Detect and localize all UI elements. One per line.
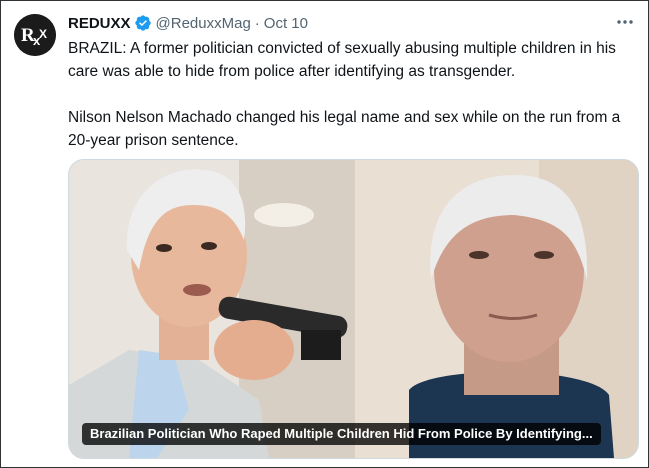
more-options-icon[interactable] — [615, 12, 635, 32]
avatar[interactable]: R x X — [14, 14, 56, 56]
svg-text:X: X — [39, 27, 47, 41]
tweet-header: REDUXX @ReduxxMag · Oct 10 — [68, 13, 308, 33]
author-name[interactable]: REDUXX — [68, 15, 131, 32]
tweet-paragraph: BRAZIL: A former politician convicted of… — [68, 40, 616, 80]
author-handle[interactable]: @ReduxxMag — [156, 15, 251, 32]
card-caption[interactable]: Brazilian Politician Who Raped Multiple … — [82, 423, 601, 445]
separator-dot: · — [254, 14, 260, 32]
reduxx-logo-icon: R x X — [14, 14, 56, 56]
link-card-image[interactable] — [68, 159, 639, 459]
verified-badge-icon — [134, 14, 152, 32]
photo-collage — [69, 160, 638, 458]
tweet-text: BRAZIL: A former politician convicted of… — [68, 37, 638, 152]
tweet-paragraph: Nilson Nelson Machado changed his legal … — [68, 109, 621, 149]
tweet-date[interactable]: Oct 10 — [264, 15, 308, 32]
